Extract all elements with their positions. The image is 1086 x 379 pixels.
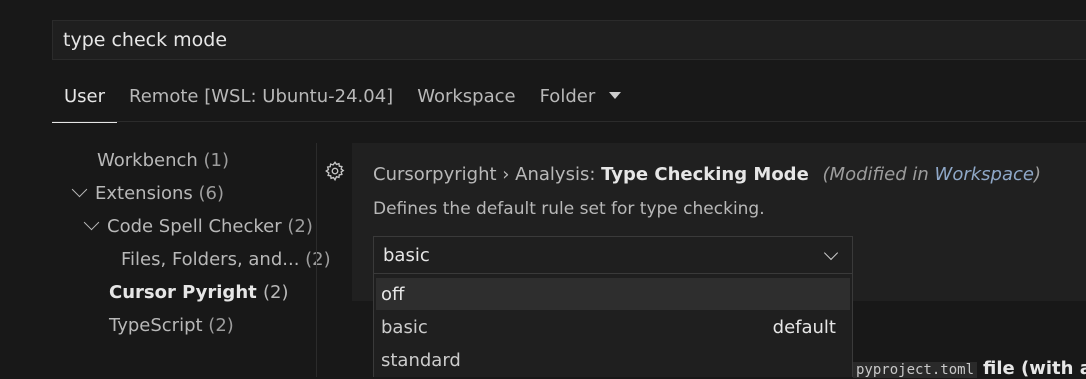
toc-divider [316, 143, 317, 377]
modified-workspace-link[interactable]: Workspace [935, 164, 1034, 185]
chevron-down-icon [823, 245, 839, 261]
gear-icon[interactable] [324, 160, 346, 182]
type-checking-mode-select[interactable]: basic [373, 236, 853, 274]
tab-folder[interactable]: Folder [528, 78, 634, 122]
scope-tabs: User Remote [WSL: Ubuntu-24.04] Workspac… [52, 78, 634, 123]
obscured-setting-text: pyproject.toml file (with a [853, 358, 1086, 379]
caret-down-icon[interactable] [609, 91, 622, 99]
select-value: basic [383, 244, 430, 266]
toc-label: Cursor Pyright [109, 282, 257, 303]
toc-item-code-spell-checker[interactable]: Code Spell Checker (2) [83, 214, 313, 237]
tab-remote-label: Remote [WSL: Ubuntu-24.04] [129, 86, 394, 107]
search-value: type check mode [63, 29, 228, 51]
tab-divider [52, 121, 1086, 122]
toc-item-files-folders[interactable]: Files, Folders, and... (2) [121, 249, 331, 270]
modified-suffix: ) [1033, 164, 1041, 185]
toc-label: TypeScript [109, 315, 203, 336]
option-label: off [381, 283, 405, 305]
toc-item-cursor-pyright[interactable]: Cursor Pyright (2) [109, 282, 289, 303]
setting-key: Type Checking Mode [601, 164, 809, 185]
option-basic[interactable]: basic default [376, 311, 850, 343]
tab-workspace[interactable]: Workspace [405, 78, 527, 122]
toc-count: (1) [203, 150, 230, 171]
toc-count: (2) [305, 249, 331, 270]
toc-label: Code Spell Checker [107, 216, 282, 237]
option-default-note: default [772, 316, 836, 338]
toc-label: Files, Folders, and... [121, 249, 300, 270]
toc-item-workbench[interactable]: Workbench (1) [97, 150, 229, 171]
toc-item-typescript[interactable]: TypeScript (2) [109, 315, 234, 336]
tab-folder-label: Folder [539, 86, 596, 107]
option-off[interactable]: off [376, 278, 850, 310]
toc-count: (2) [208, 315, 234, 336]
toc-count: (2) [287, 216, 313, 237]
toc-label: Workbench [97, 150, 198, 171]
settings-search-input[interactable]: type check mode [52, 20, 1086, 60]
tab-user-label: User [64, 86, 106, 107]
select-dropdown-list: off basic default standard [373, 274, 853, 377]
option-standard[interactable]: standard [376, 344, 850, 376]
option-label: standard [381, 349, 461, 371]
obscured-text: file (with a [983, 358, 1086, 379]
chevron-down-icon [83, 214, 100, 231]
setting-category: Cursorpyright › Analysis: [373, 164, 596, 185]
tab-user[interactable]: User [52, 78, 118, 123]
setting-description: Defines the default rule set for type ch… [373, 199, 765, 219]
setting-title: Cursorpyright › Analysis: Type Checking … [373, 164, 1041, 185]
tab-remote[interactable]: Remote [WSL: Ubuntu-24.04] [117, 78, 405, 122]
inline-code: pyproject.toml [853, 362, 978, 378]
toc-count: (2) [263, 282, 289, 303]
toc-label: Extensions [95, 183, 193, 204]
toc-item-extensions[interactable]: Extensions (6) [71, 181, 224, 204]
chevron-down-icon [71, 181, 88, 198]
modified-prefix: (Modified in [822, 164, 929, 185]
tab-workspace-label: Workspace [417, 86, 516, 107]
option-label: basic [381, 316, 428, 338]
toc-count: (6) [198, 183, 224, 204]
modified-indicator: (Modified in Workspace) [823, 164, 1041, 185]
